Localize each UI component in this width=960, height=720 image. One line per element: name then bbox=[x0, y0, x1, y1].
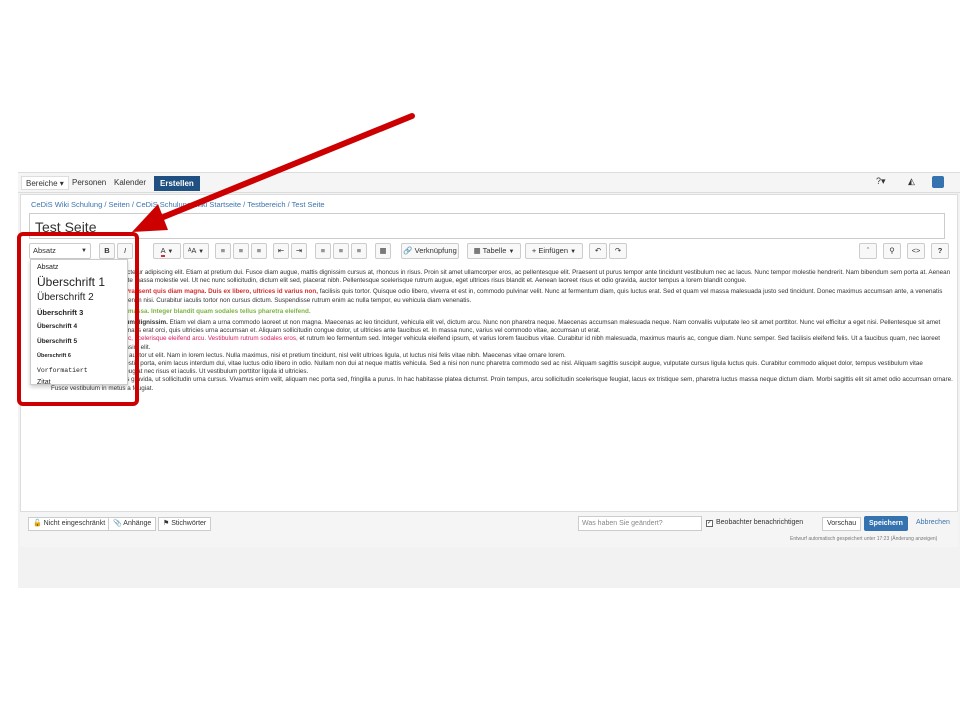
chevron-up-icon: ˆ bbox=[866, 246, 870, 255]
more-formatting-label: ᴬA bbox=[187, 246, 196, 255]
labels-label: Stichwörter bbox=[171, 520, 207, 527]
paragraph: Nunc tincidunt ligula ac gravida massa. … bbox=[31, 308, 955, 316]
calendar-link[interactable]: Kalender bbox=[110, 176, 150, 190]
confluence-app: Bereiche ▾ Personen Kalender Erstellen ?… bbox=[18, 172, 960, 588]
redo-icon: ↷ bbox=[614, 246, 622, 255]
align-left-icon: ≡ bbox=[320, 246, 326, 255]
cancel-link[interactable]: Abbrechen bbox=[916, 519, 950, 526]
indent-button[interactable]: ⇥ bbox=[291, 243, 307, 259]
top-navigation: Bereiche ▾ Personen Kalender Erstellen ?… bbox=[18, 173, 960, 193]
layout-icon: ▦ bbox=[379, 246, 387, 255]
chevron-down-icon: ▼ bbox=[570, 249, 577, 255]
annotation-highlight-box bbox=[17, 232, 139, 406]
undo-button[interactable]: ↶ bbox=[589, 243, 607, 259]
list-item: Donec viverra, justo id molestie porta, … bbox=[51, 360, 955, 376]
bullet-list-icon: ≡ bbox=[220, 246, 226, 255]
spaces-menu[interactable]: Bereiche ▾ bbox=[21, 176, 69, 190]
list-item: Quisque bibendum eu est ac, scelerisque … bbox=[51, 335, 955, 351]
list-item: Donec tincidunt in mollis id, auctor ut … bbox=[51, 352, 955, 360]
numbered-list-button[interactable]: ≡ bbox=[233, 243, 249, 259]
task-list-button[interactable]: ≡ bbox=[251, 243, 267, 259]
restrictions-button[interactable]: 🔓 Nicht eingeschränkt bbox=[28, 517, 111, 531]
tag-icon: ⚑ bbox=[163, 520, 170, 527]
indent-icon: ⇥ bbox=[295, 246, 303, 255]
search-icon: ⚲ bbox=[889, 246, 895, 255]
undo-icon: ↶ bbox=[594, 246, 602, 255]
collapse-toolbar-button[interactable]: ˆ bbox=[859, 243, 877, 259]
attachments-label: Anhänge bbox=[123, 520, 152, 527]
numbered-list-icon: ≡ bbox=[238, 246, 244, 255]
insert-label: Einfügen bbox=[538, 246, 569, 255]
find-replace-button[interactable]: ⚲ bbox=[883, 243, 901, 259]
restrictions-label: Nicht eingeschränkt bbox=[43, 520, 106, 527]
user-avatar[interactable] bbox=[932, 176, 944, 188]
autosave-status: Entwurf automatisch gespeichert unter 17… bbox=[790, 536, 938, 542]
chevron-down-icon: ▼ bbox=[198, 249, 205, 255]
task-list-icon: ≡ bbox=[256, 246, 262, 255]
lock-icon: 🔓 bbox=[33, 520, 42, 527]
text-color-label: A bbox=[160, 246, 166, 257]
more-formatting-button[interactable]: ᴬA ▼ bbox=[183, 243, 209, 259]
redo-button[interactable]: ↷ bbox=[609, 243, 627, 259]
labels-button[interactable]: ⚑ Stichwörter bbox=[158, 517, 212, 531]
outdent-button[interactable]: ⇤ bbox=[273, 243, 289, 259]
align-right-icon: ≡ bbox=[356, 246, 362, 255]
align-center-icon: ≡ bbox=[338, 246, 344, 255]
breadcrumb[interactable]: CeDiS Wiki Schulung / Seiten / CeDiS Sch… bbox=[31, 200, 325, 209]
change-comment-input[interactable]: Was haben Sie geändert? bbox=[578, 516, 702, 531]
preview-button[interactable]: Vorschau bbox=[822, 517, 862, 531]
link-icon: 🔗 bbox=[403, 246, 413, 255]
create-button[interactable]: Erstellen bbox=[154, 176, 200, 191]
notify-watchers-checkbox[interactable]: ✓ bbox=[706, 520, 713, 527]
editor-footer: 🔓 Nicht eingeschränkt 📎 Anhänge ⚑ Stichw… bbox=[20, 511, 958, 547]
plus-icon: + bbox=[531, 246, 537, 255]
help-button[interactable]: ? bbox=[931, 243, 949, 259]
editor-content[interactable]: Lorem ipsum dolor sit amet, consectetur … bbox=[31, 269, 955, 519]
chevron-down-icon: ▼ bbox=[508, 249, 515, 255]
link-label: Verknüpfung bbox=[414, 246, 457, 255]
list-item: Aenean mollis tortor ac eros gravida, ut… bbox=[51, 376, 955, 392]
align-right-button[interactable]: ≡ bbox=[351, 243, 367, 259]
list-item: Proin vitae justo elementum dignissim. E… bbox=[51, 319, 955, 335]
save-button[interactable]: Speichern bbox=[864, 516, 908, 531]
bullet-list-button[interactable]: ≡ bbox=[215, 243, 231, 259]
editor-toolbar: Absatz ▼ B I A ▼ ᴬA ▼ ≡ ≡ ≡ ⇤ ⇥ ≡ ≡ ≡ ▦ 🔗… bbox=[29, 243, 949, 261]
paragraph: Lorem ipsum dolor sit amet, consectetur … bbox=[31, 269, 951, 285]
editor-page: CeDiS Wiki Schulung / Seiten / CeDiS Sch… bbox=[20, 194, 958, 542]
bullet-list: Proin vitae justo elementum dignissim. E… bbox=[51, 319, 955, 393]
list-item-text: Etiam vel diam a urna commodo laoreet ut… bbox=[51, 319, 941, 335]
people-link[interactable]: Personen bbox=[68, 176, 110, 190]
paperclip-icon: 📎 bbox=[113, 520, 122, 527]
align-left-button[interactable]: ≡ bbox=[315, 243, 331, 259]
align-center-button[interactable]: ≡ bbox=[333, 243, 349, 259]
source-editor-button[interactable]: <> bbox=[907, 243, 925, 259]
chevron-down-icon: ▼ bbox=[167, 249, 174, 255]
page-title-input[interactable]: Test Seite bbox=[29, 213, 945, 239]
code-icon: <> bbox=[911, 246, 921, 255]
link-button[interactable]: 🔗 Verknüpfung bbox=[401, 243, 459, 259]
insert-button[interactable]: + Einfügen ▼ bbox=[525, 243, 583, 259]
outdent-icon: ⇤ bbox=[277, 246, 285, 255]
notifications-icon[interactable]: ◭ bbox=[908, 176, 915, 187]
help-menu[interactable]: ?▾ bbox=[876, 176, 886, 187]
attachments-button[interactable]: 📎 Anhänge bbox=[108, 517, 157, 531]
table-label: Tabelle bbox=[482, 246, 507, 255]
notify-watchers-label: Beobachter benachrichtigen bbox=[716, 519, 804, 526]
layout-button[interactable]: ▦ bbox=[375, 243, 391, 259]
text-color-button[interactable]: A ▼ bbox=[153, 243, 181, 259]
paragraph: Aliquam quis vel pellentesque. Praesent … bbox=[31, 288, 955, 304]
table-button[interactable]: ▦ Tabelle ▼ bbox=[467, 243, 521, 259]
table-icon: ▦ bbox=[473, 246, 481, 255]
